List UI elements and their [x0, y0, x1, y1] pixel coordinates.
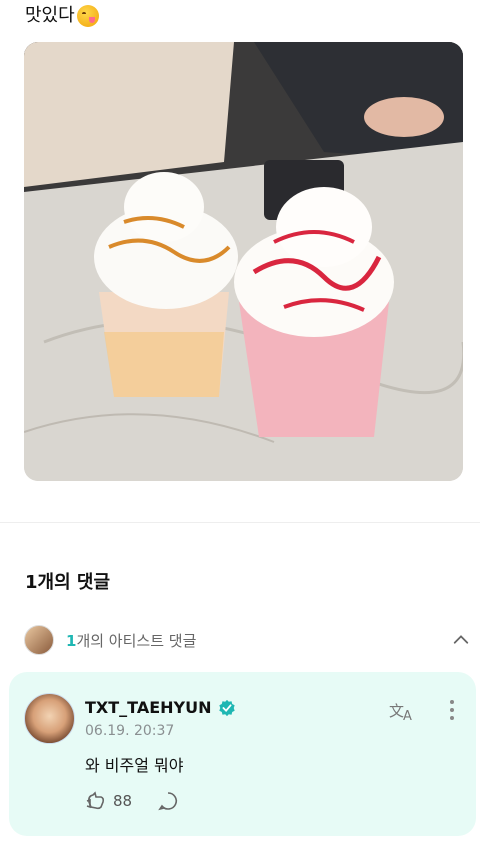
- yum-face-emoji-icon: [76, 5, 99, 27]
- svg-text:文: 文: [389, 702, 404, 720]
- section-divider: [0, 522, 480, 523]
- translate-icon[interactable]: 文 A: [389, 698, 417, 722]
- artist-comments-label: 1개의 아티스트 댓글: [66, 630, 196, 651]
- verified-icon: [218, 699, 235, 716]
- svg-text:A: A: [403, 709, 412, 722]
- like-icon: [86, 791, 105, 810]
- artist-mini-avatar: [24, 625, 54, 655]
- more-options-icon[interactable]: [442, 698, 462, 722]
- comment-timestamp: 06.19. 20:37: [85, 723, 175, 739]
- commenter-avatar[interactable]: [24, 693, 75, 744]
- artist-comments-count: 1: [66, 631, 77, 650]
- reply-icon[interactable]: [157, 790, 179, 812]
- like-button[interactable]: 88: [85, 790, 132, 812]
- commenter-name-row: TXT_TAEHYUN: [85, 698, 236, 717]
- post-text: 맛있다: [25, 4, 99, 28]
- comments-count: 1개의 댓글: [25, 572, 111, 593]
- artist-comments-text: 개의 아티스트 댓글: [76, 631, 197, 650]
- milkshakes-illustration: [24, 42, 463, 481]
- commenter-username[interactable]: TXT_TAEHYUN: [85, 698, 212, 717]
- artist-comments-toggle[interactable]: 1개의 아티스트 댓글: [24, 624, 470, 656]
- artist-comment-card: TXT_TAEHYUN 06.19. 20:37 와 비주얼 뭐야 文 A 88: [9, 672, 476, 836]
- comment-text: 와 비주얼 뭐야: [85, 756, 184, 775]
- like-count: 88: [113, 792, 133, 810]
- post-text-content: 맛있다: [25, 5, 75, 26]
- post-photo[interactable]: [24, 42, 463, 481]
- chevron-up-icon[interactable]: [452, 631, 470, 649]
